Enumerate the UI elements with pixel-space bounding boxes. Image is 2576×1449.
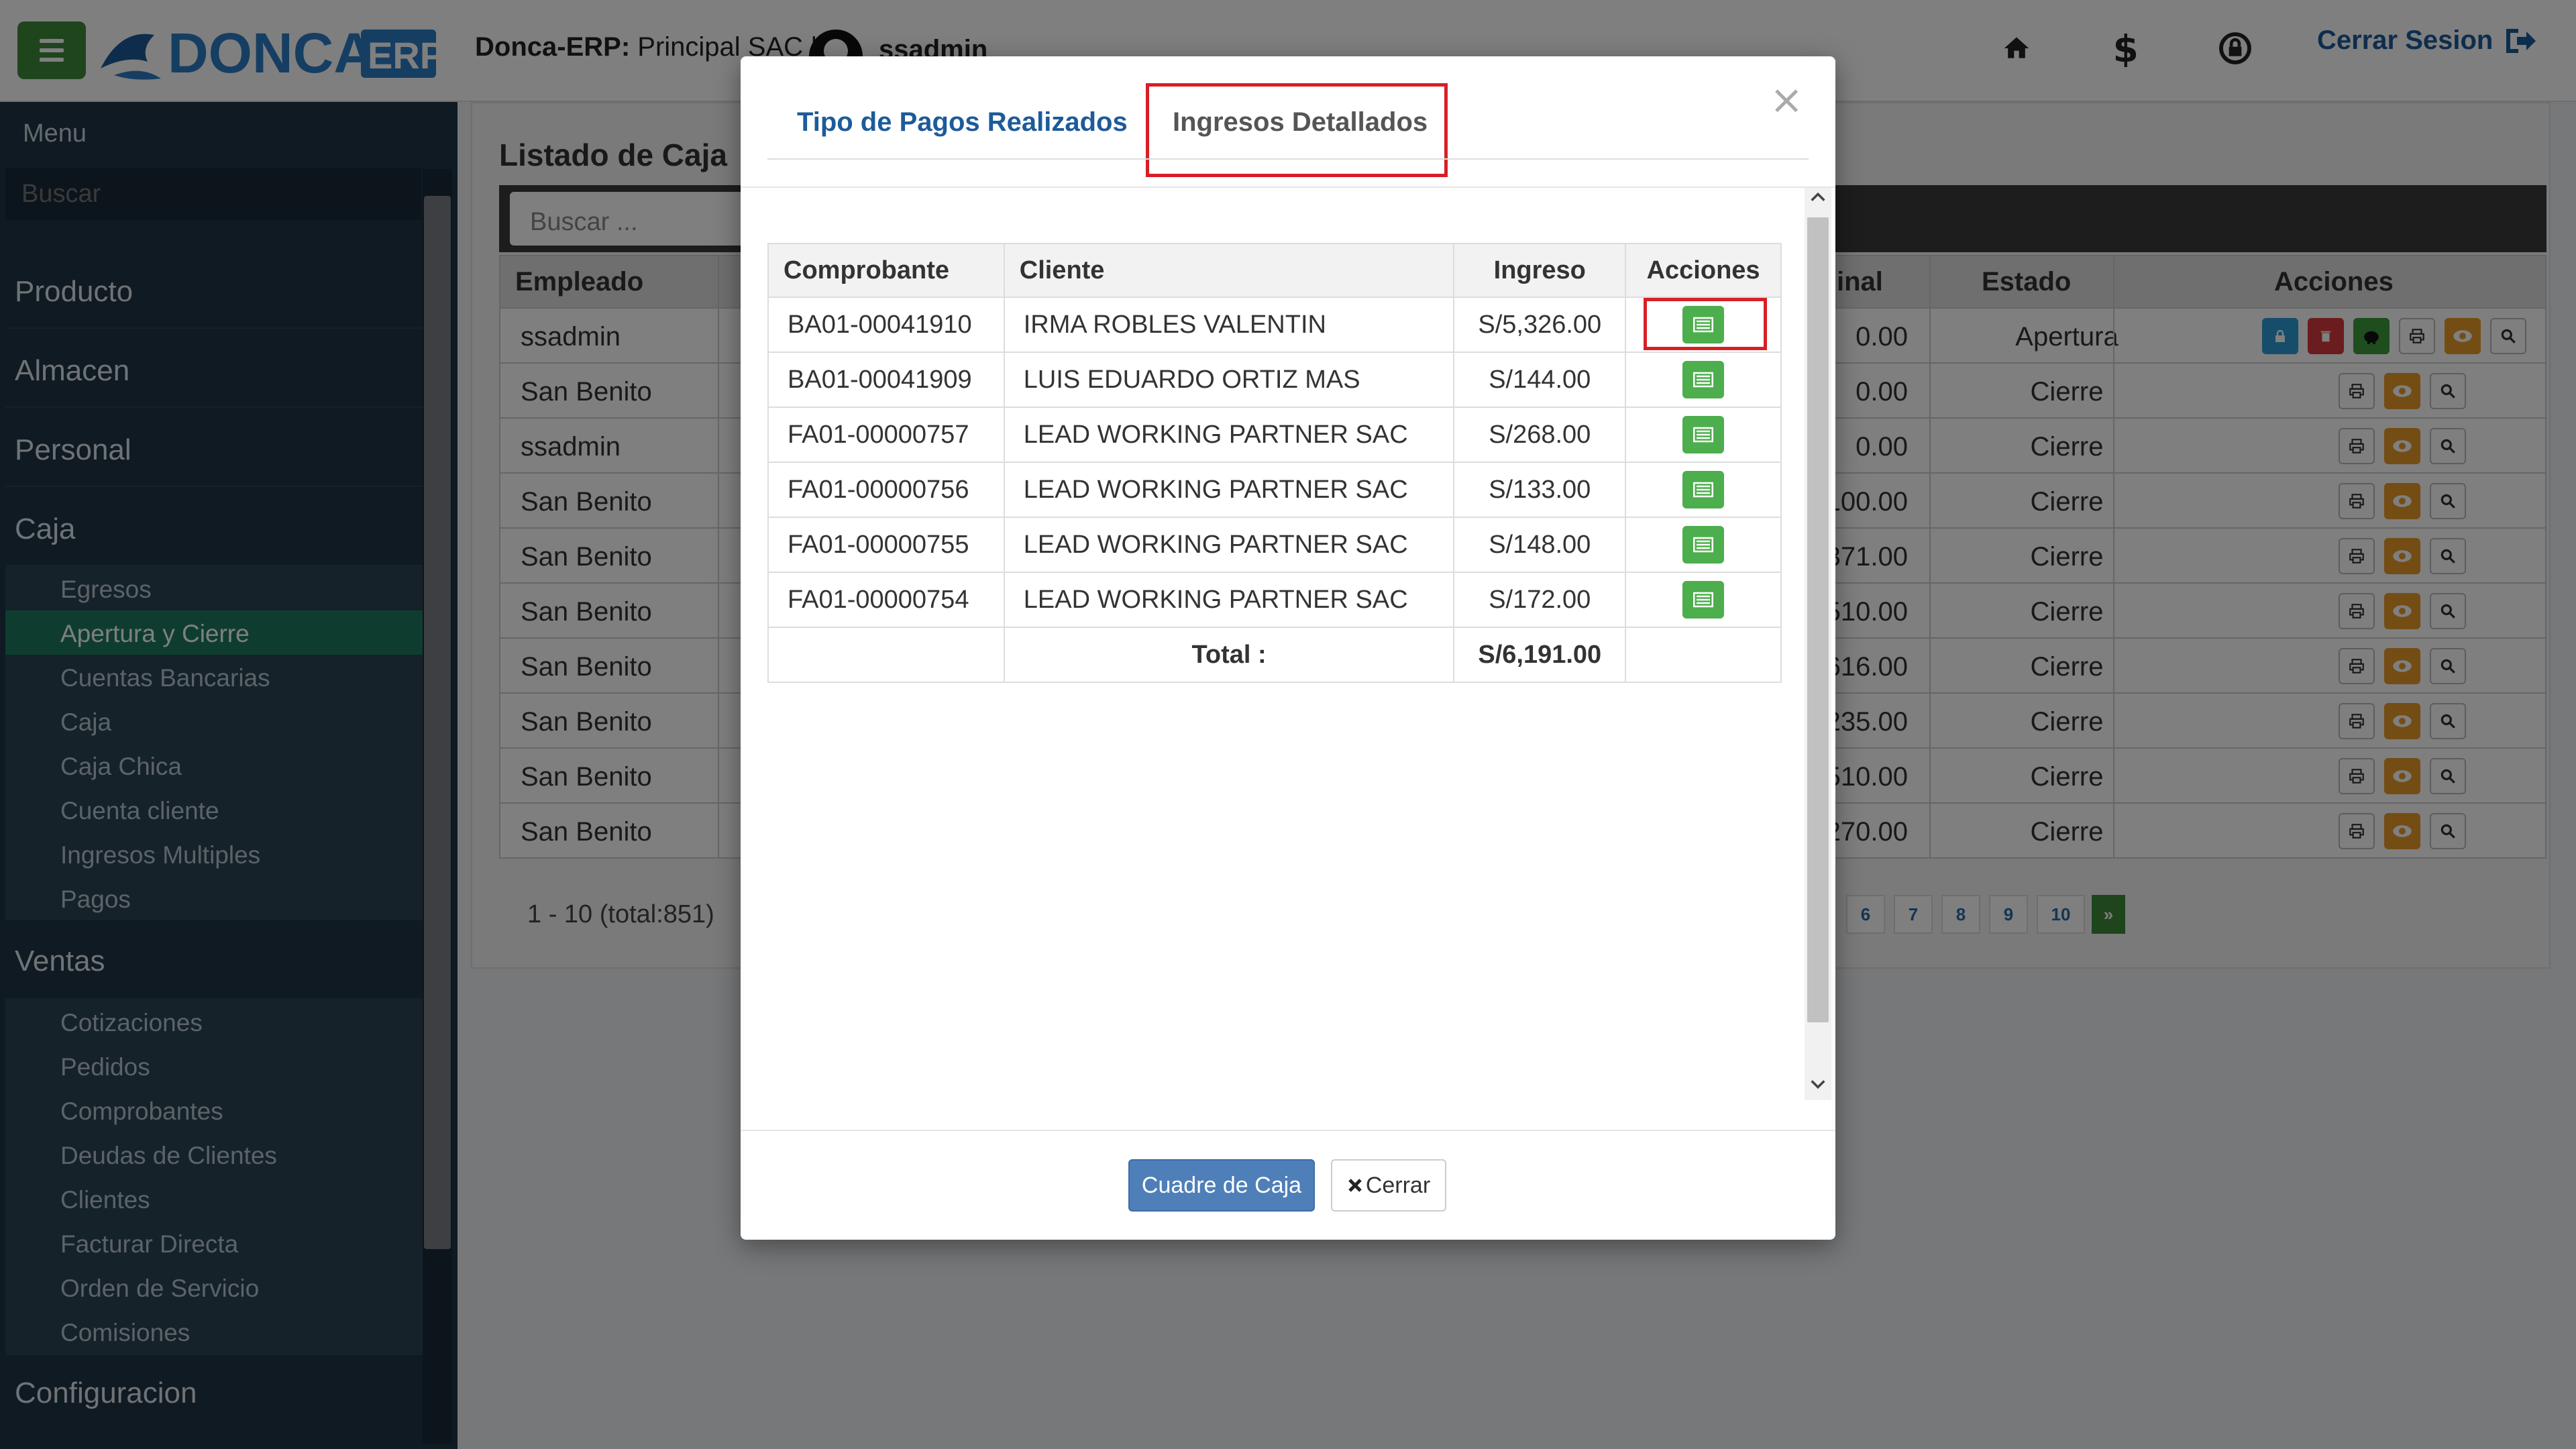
acciones-cell [1625, 407, 1782, 463]
table-row: BA01-00041910 IRMA ROBLES VALENTIN S/5,326… [767, 297, 1782, 353]
ingreso-cell: S/268.00 [1453, 407, 1627, 463]
list-icon [1693, 592, 1714, 608]
cliente-cell: LEAD WORKING PARTNER SAC [1003, 407, 1455, 463]
cliente-cell: LEAD WORKING PARTNER SAC [1003, 517, 1455, 573]
cliente-cell: LEAD WORKING PARTNER SAC [1003, 572, 1455, 628]
table-header-row: Comprobante Cliente Ingreso Acciones [767, 243, 1782, 298]
total-value: S/6,191.00 [1453, 627, 1627, 683]
modal-footer-divider [741, 1130, 1835, 1131]
comprobante-cell: BA01-00041909 [767, 352, 1005, 408]
ingreso-cell: S/133.00 [1453, 462, 1627, 518]
list-icon [1693, 427, 1714, 443]
table-row: FA01-00000755 LEAD WORKING PARTNER SAC S/1… [767, 517, 1782, 573]
cliente-cell: IRMA ROBLES VALENTIN [1003, 297, 1455, 353]
header-comprobante: Comprobante [767, 243, 1005, 298]
table-row: BA01-00041909 LUIS EDUARDO ORTIZ MAS S/144… [767, 352, 1782, 408]
comprobante-cell: FA01-00000756 [767, 462, 1005, 518]
ingresos-modal: × Tipo de Pagos Realizados Ingresos Deta… [741, 56, 1835, 1240]
total-label: Total : [1003, 627, 1455, 683]
close-icon [1348, 1179, 1362, 1192]
acciones-cell [1625, 517, 1782, 573]
scroll-down-icon[interactable] [1809, 1075, 1827, 1098]
list-icon [1693, 372, 1714, 388]
cuadre-caja-button[interactable]: Cuadre de Caja [1128, 1159, 1315, 1212]
modal-close-icon[interactable]: × [1770, 76, 1803, 123]
total-row: Total : S/6,191.00 [767, 627, 1782, 683]
header-cliente: Cliente [1003, 243, 1455, 298]
detail-list-button[interactable] [1682, 526, 1725, 564]
modal-scroll-thumb[interactable] [1807, 217, 1829, 1022]
ingreso-cell: S/172.00 [1453, 572, 1627, 628]
cerrar-button[interactable]: Cerrar [1331, 1159, 1446, 1212]
list-icon [1693, 482, 1714, 498]
tab-ingresos-detallados[interactable]: Ingresos Detallados [1173, 107, 1428, 138]
tabs-underline [767, 158, 1809, 160]
total-empty-cell [1625, 627, 1782, 683]
acciones-cell [1625, 462, 1782, 518]
detail-list-button[interactable] [1682, 581, 1725, 619]
cliente-cell: LEAD WORKING PARTNER SAC [1003, 462, 1455, 518]
detail-list-button[interactable] [1682, 416, 1725, 453]
header-acciones: Acciones [1625, 243, 1782, 298]
acciones-cell [1625, 352, 1782, 408]
comprobante-cell: BA01-00041910 [767, 297, 1005, 353]
ingreso-cell: S/148.00 [1453, 517, 1627, 573]
cliente-cell: LUIS EDUARDO ORTIZ MAS [1003, 352, 1455, 408]
acciones-cell [1625, 572, 1782, 628]
action-highlight-box [1644, 298, 1767, 350]
total-empty-cell [767, 627, 1005, 683]
comprobante-cell: FA01-00000757 [767, 407, 1005, 463]
ingresos-table: Comprobante Cliente Ingreso Acciones BA0… [767, 243, 1782, 683]
detail-list-button[interactable] [1682, 471, 1725, 508]
tab-tipo-pagos[interactable]: Tipo de Pagos Realizados [797, 107, 1128, 138]
table-row: FA01-00000757 LEAD WORKING PARTNER SAC S/2… [767, 407, 1782, 463]
ingreso-cell: S/144.00 [1453, 352, 1627, 408]
table-row: FA01-00000754 LEAD WORKING PARTNER SAC S/1… [767, 572, 1782, 628]
scroll-up-icon[interactable] [1809, 188, 1827, 211]
ingreso-cell: S/5,326.00 [1453, 297, 1627, 353]
comprobante-cell: FA01-00000754 [767, 572, 1005, 628]
list-icon [1693, 537, 1714, 553]
modal-body-divider [741, 186, 1835, 188]
cerrar-label: Cerrar [1365, 1172, 1431, 1198]
header-ingreso: Ingreso [1453, 243, 1627, 298]
comprobante-cell: FA01-00000755 [767, 517, 1005, 573]
detail-list-button[interactable] [1682, 361, 1725, 398]
table-row: FA01-00000756 LEAD WORKING PARTNER SAC S/1… [767, 462, 1782, 518]
